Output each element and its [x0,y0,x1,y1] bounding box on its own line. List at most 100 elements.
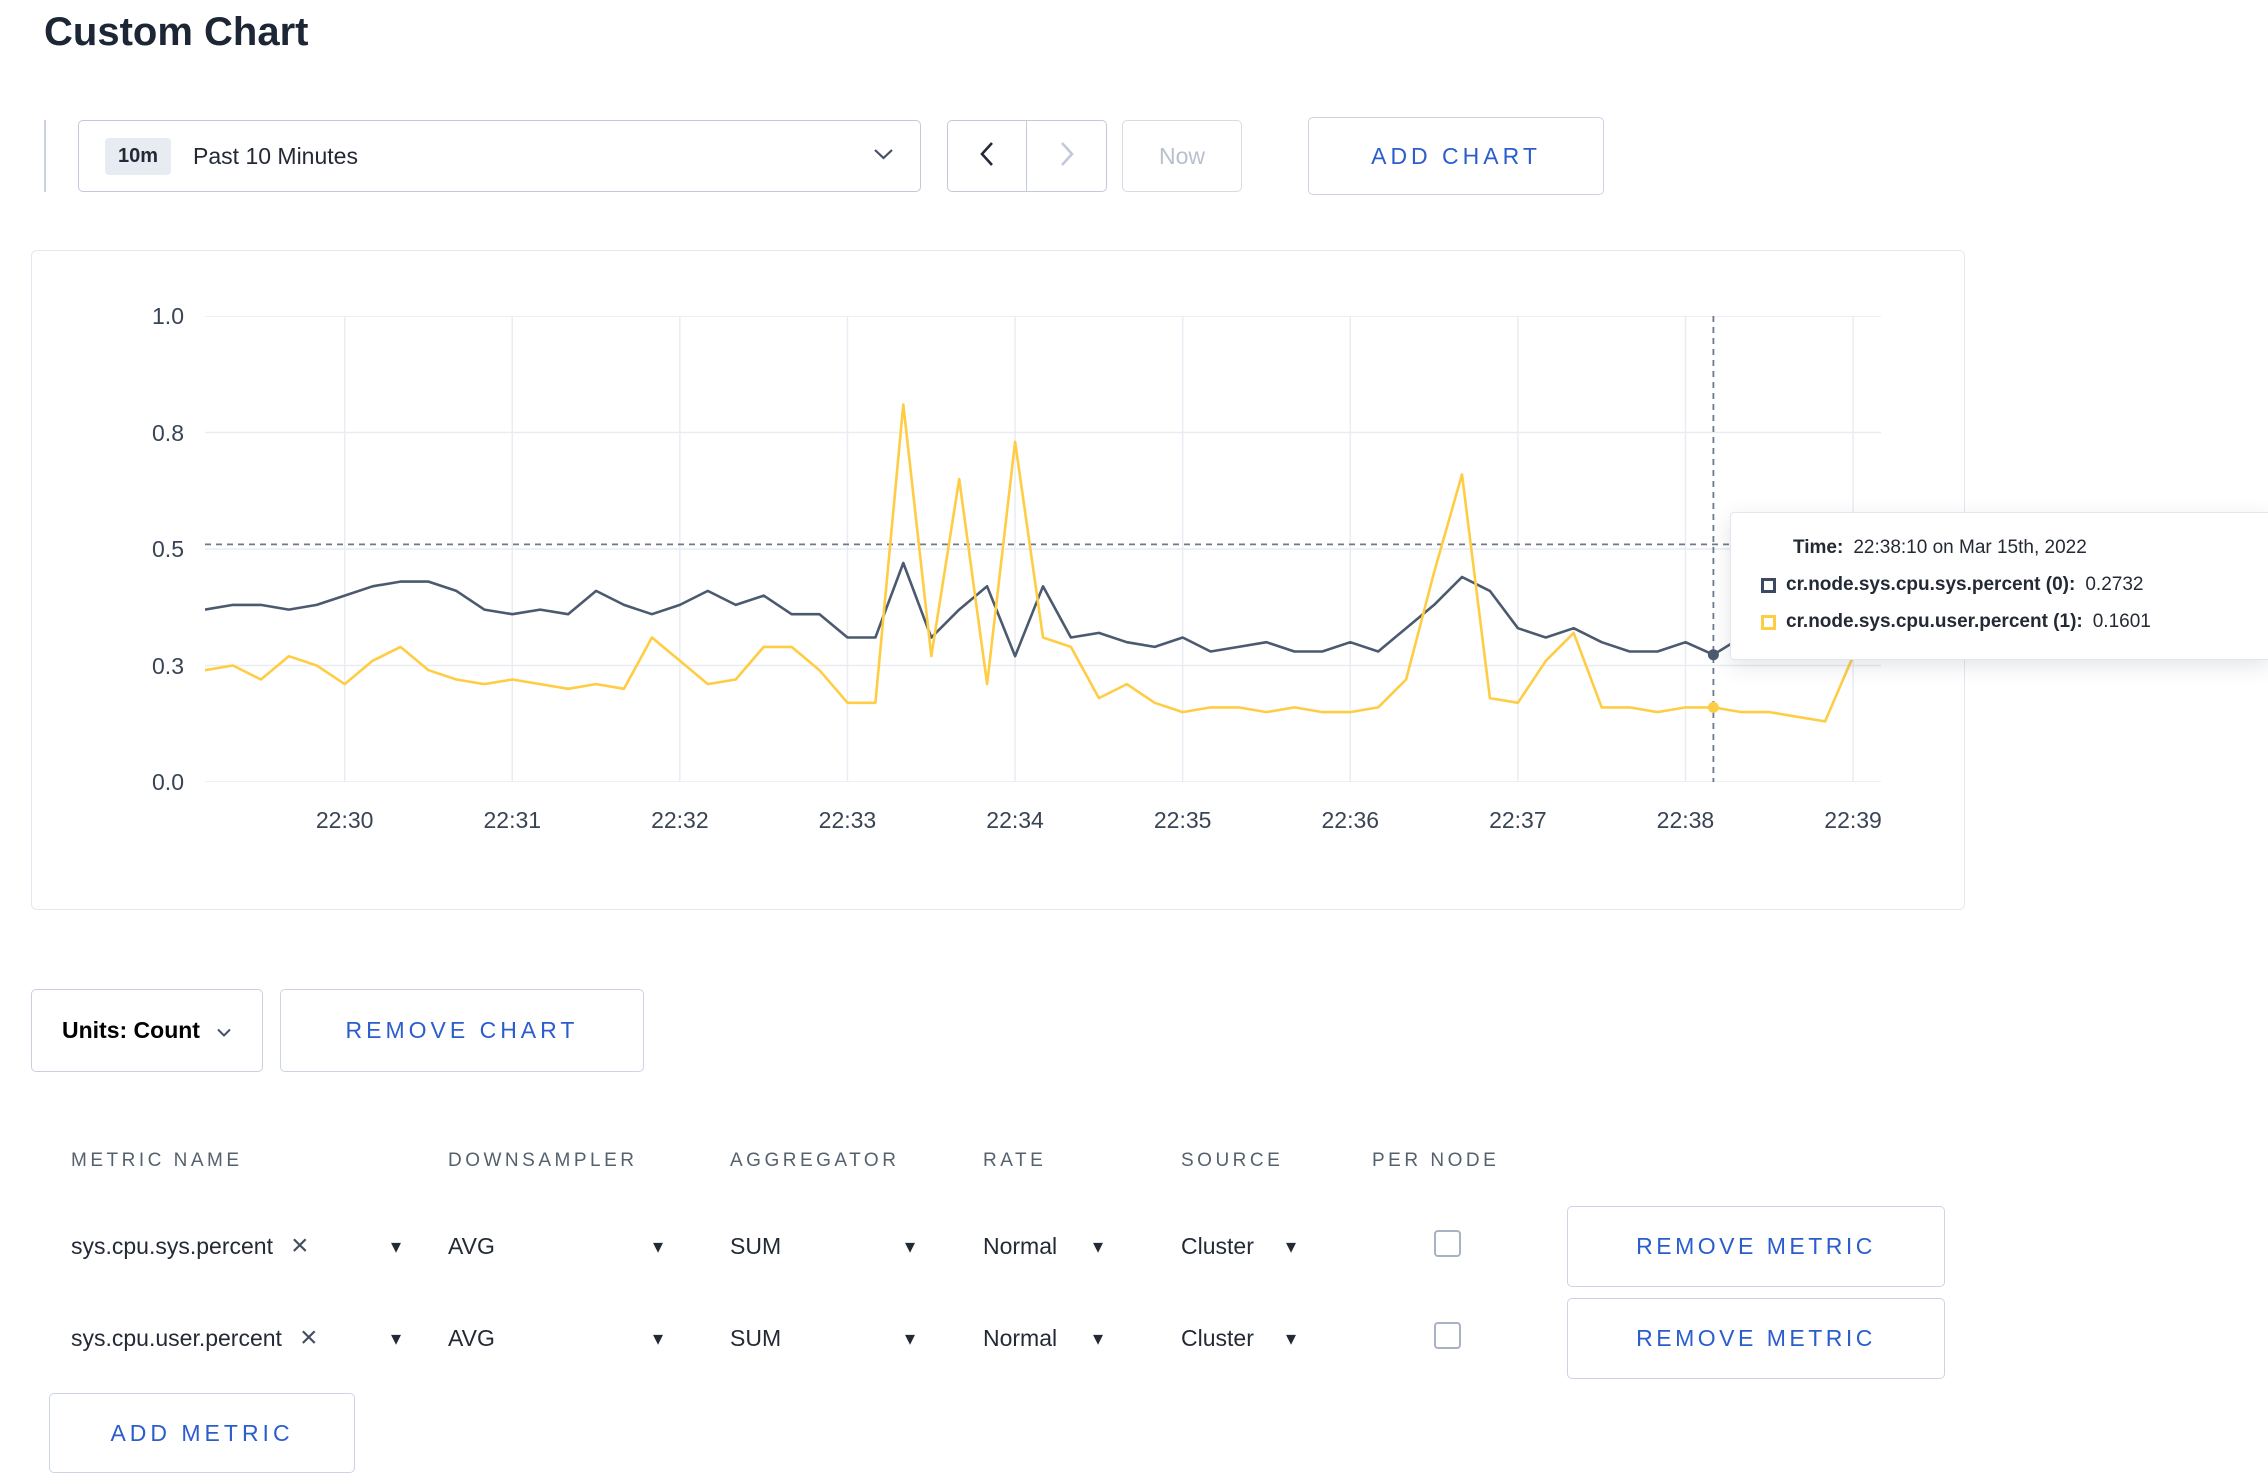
source-select[interactable]: Cluster ▾ [1181,1325,1296,1352]
time-forward-button[interactable] [1027,120,1107,192]
x-axis: 22:30 22:31 22:32 22:33 22:34 22:35 22:36 22:37… [205,807,1882,847]
page-title: Custom Chart [44,10,309,54]
x-tick-label: 22:36 [1321,807,1380,833]
tooltip-time-value: 22:38:10 on Mar 15th, 2022 [1853,537,2087,558]
y-tick-label: 0.3 [152,652,184,679]
header-metric-name: METRIC NAME [71,1150,243,1171]
tooltip-series-user: cr.node.sys.cpu.user.percent (1): 0.1601 [1761,611,2244,633]
series-line-user [203,403,1855,723]
add-metric-button[interactable]: ADD METRIC [49,1393,355,1473]
y-axis: 0.0 0.3 0.5 0.8 1.0 [32,303,184,795]
metric-name-value: sys.cpu.user.percent [71,1324,282,1351]
aggregator-value: SUM [730,1324,782,1351]
chevron-down-icon [216,1017,232,1044]
tooltip-series-user-name: cr.node.sys.cpu.user.percent (1): [1786,611,2083,632]
metric-name-select[interactable]: sys.cpu.user.percent × ▾ [71,1323,401,1353]
chevron-left-icon [979,141,995,172]
header-downsampler: DOWNSAMPLER [448,1150,638,1171]
x-tick-label: 22:33 [818,807,877,833]
aggregator-value: SUM [730,1232,782,1259]
source-value: Cluster [1181,1232,1254,1259]
header-aggregator: AGGREGATOR [730,1150,900,1171]
header-per-node: PER NODE [1372,1150,1500,1171]
caret-down-icon: ▾ [390,1327,401,1350]
x-tick-label: 22:38 [1656,807,1715,833]
toolbar-divider [44,120,46,192]
caret-down-icon: ▾ [904,1327,915,1350]
tooltip-time: Time: 22:38:10 on Mar 15th, 2022 [1793,537,2244,559]
source-select[interactable]: Cluster ▾ [1181,1233,1296,1260]
now-button[interactable]: Now [1122,120,1242,192]
chevron-down-icon [873,147,894,166]
caret-down-icon: ▾ [904,1235,915,1258]
crosshair-dot-sys [1707,649,1719,661]
caret-down-icon: ▾ [1092,1327,1103,1350]
header-source: SOURCE [1181,1150,1284,1171]
metric-name-select[interactable]: sys.cpu.sys.percent × ▾ [71,1231,401,1261]
aggregator-select[interactable]: SUM ▾ [730,1325,915,1352]
time-back-button[interactable] [947,120,1027,192]
caret-down-icon: ▾ [652,1235,663,1258]
crosshair-dot-user [1707,701,1719,713]
chart-card: 0.0 0.3 0.5 0.8 1.0 22:30 22:31 22:32 22:33 22:3… [31,250,1965,910]
caret-down-icon: ▾ [1285,1235,1296,1258]
clear-metric-icon[interactable]: × [291,1231,309,1261]
source-value: Cluster [1181,1324,1254,1351]
x-tick-label: 22:34 [986,807,1044,833]
tooltip-series-user-value: 0.1601 [2092,611,2151,632]
x-tick-label: 22:35 [1153,807,1212,833]
time-range-label: Past 10 Minutes [193,142,358,169]
chart-tooltip: Time: 22:38:10 on Mar 15th, 2022 cr.node.… [1730,512,2268,660]
remove-metric-button[interactable]: REMOVE METRIC [1567,1205,1945,1287]
units-label: Units: Count [62,1017,200,1043]
caret-down-icon: ▾ [1092,1235,1103,1258]
metric-row-sys: sys.cpu.sys.percent × ▾ AVG ▾ SUM ▾ Normal… [31,1200,1965,1292]
caret-down-icon: ▾ [652,1327,663,1350]
tooltip-time-label: Time: [1793,537,1844,558]
metric-name-value: sys.cpu.sys.percent [71,1232,273,1259]
aggregator-select[interactable]: SUM ▾ [730,1233,915,1260]
y-tick-label: 0.8 [152,419,184,446]
header-rate: RATE [983,1150,1047,1171]
x-tick-label: 22:31 [483,807,542,833]
chart-controls: Units: Count REMOVE CHART [31,989,644,1072]
per-node-checkbox[interactable] [1434,1322,1461,1349]
rate-value: Normal [983,1324,1058,1351]
metric-row-user: sys.cpu.user.percent × ▾ AVG ▾ SUM ▾ Norma… [31,1292,1965,1384]
tooltip-series-sys-name: cr.node.sys.cpu.sys.percent (0): [1786,574,2076,595]
caret-down-icon: ▾ [1285,1327,1296,1350]
time-nav-group [947,120,1107,192]
rate-select[interactable]: Normal ▾ [983,1325,1103,1352]
remove-metric-button[interactable]: REMOVE METRIC [1567,1297,1945,1379]
toolbar: 10m Past 10 Minutes Now ADD CHART [44,117,1604,195]
tooltip-series-sys-value: 0.2732 [2085,574,2144,595]
downsampler-select[interactable]: AVG ▾ [448,1325,663,1352]
downsampler-value: AVG [448,1324,495,1351]
series-user-swatch-icon [1761,614,1776,630]
downsampler-value: AVG [448,1232,495,1259]
x-tick-label: 22:39 [1824,807,1882,833]
y-tick-label: 0.5 [152,536,184,562]
time-range-badge: 10m [105,137,172,175]
x-tick-label: 22:32 [651,807,709,833]
add-chart-button[interactable]: ADD CHART [1308,117,1604,195]
remove-chart-button[interactable]: REMOVE CHART [279,989,644,1072]
metrics-table-header: METRIC NAME DOWNSAMPLER AGGREGATOR RATE … [31,1122,1965,1200]
series-sys-swatch-icon [1761,577,1776,593]
x-tick-label: 22:30 [315,807,374,833]
clear-metric-icon[interactable]: × [300,1323,318,1353]
metrics-table: METRIC NAME DOWNSAMPLER AGGREGATOR RATE … [31,1122,1965,1384]
units-select[interactable]: Units: Count [31,989,263,1072]
per-node-checkbox[interactable] [1434,1230,1461,1257]
downsampler-select[interactable]: AVG ▾ [448,1233,663,1260]
tooltip-series-sys: cr.node.sys.cpu.sys.percent (0): 0.2732 [1761,574,2244,596]
chart-canvas[interactable] [203,315,1881,783]
time-range-select[interactable]: 10m Past 10 Minutes [78,120,921,192]
series-line-sys [203,561,1855,658]
chart-plot-area[interactable] [203,315,1881,783]
custom-chart-page: Custom Chart 10m Past 10 Minutes Now ADD… [0,0,2268,1478]
rate-value: Normal [983,1232,1058,1259]
rate-select[interactable]: Normal ▾ [983,1233,1103,1260]
chevron-right-icon [1059,141,1075,172]
y-tick-label: 1.0 [152,303,184,329]
